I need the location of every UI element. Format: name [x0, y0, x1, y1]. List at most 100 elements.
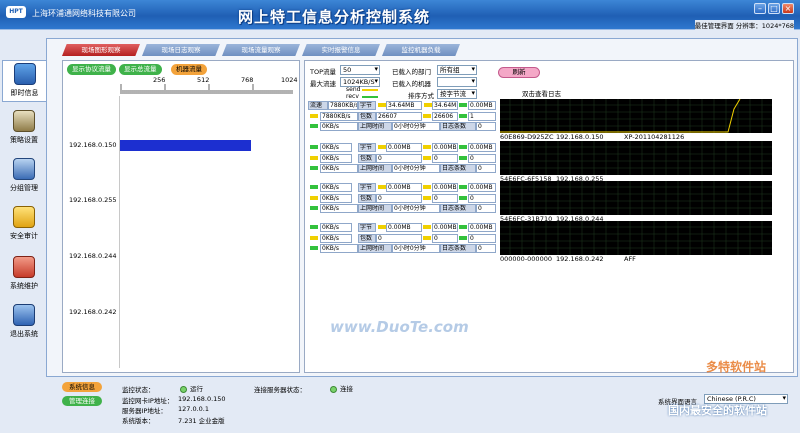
sidebar-item-policy[interactable]: 策略设置: [2, 108, 46, 150]
host-ip: 192.168.0.150: [556, 133, 604, 141]
sidebar-item-group[interactable]: 分组管理: [2, 156, 46, 198]
machine-traffic-button[interactable]: 机器流量: [171, 64, 207, 75]
top-traffic-select[interactable]: 50: [340, 65, 380, 75]
close-icon[interactable]: ×: [782, 3, 794, 14]
dblclick-hint: 双击查看日志: [522, 90, 561, 98]
host-traffic-graph[interactable]: [500, 221, 772, 255]
stat-value: 0KB/s: [320, 153, 352, 163]
stat-value: 0: [468, 193, 496, 203]
status-ok-icon: [330, 385, 337, 393]
host-stats-row: 0KB/s 上网时间 0小时0分钟 日志条数 0: [308, 204, 496, 213]
stat-label: 字节: [358, 223, 376, 232]
stat-value: 0: [376, 233, 422, 243]
stat-value: 0.00MB: [468, 223, 496, 232]
stat-value: 0KB/s: [320, 223, 352, 232]
stat-value: 0.00MB: [468, 143, 496, 152]
stat-label: 包数: [358, 193, 376, 203]
stat-value: 0小时0分钟: [392, 204, 440, 213]
tab-traffic-view[interactable]: 现场流量观察: [222, 44, 300, 56]
host-stats-block[interactable]: 0KB/s 字节 0.00MB 0.00MB 0.00MB 0KB/s 包数 0 0 0 0KB/s…: [308, 143, 496, 181]
stat-value: 7880KB/s: [320, 111, 358, 121]
refresh-button[interactable]: 刷新: [498, 67, 540, 78]
traffic-indicator-icon: [310, 246, 318, 250]
maintenance-icon: [13, 256, 35, 278]
tab-graph-view[interactable]: 现场图形观察: [62, 44, 140, 56]
traffic-indicator-icon: [459, 185, 467, 189]
exit-icon: [13, 304, 35, 326]
traffic-indicator-icon: [423, 113, 431, 118]
sidebar-item-maintenance[interactable]: 系统维护: [2, 254, 46, 296]
show-total-traffic-button[interactable]: 显示总流量: [119, 64, 162, 75]
app-window: HPT 上海环浦通网络科技有限公司 网上特工信息分析控制系统 – □ × 最佳管…: [0, 0, 800, 433]
ip-column: 192.168.0.150 192.168.0.255 192.168.0.24…: [63, 96, 119, 366]
stat-value: 0KB/s: [320, 233, 352, 243]
dept-select[interactable]: 所有组: [437, 65, 477, 75]
stat-value: 0小时0分钟: [392, 164, 440, 173]
host-stats-row: 0KB/s 上网时间 0小时0分钟 日志条数 0: [308, 164, 496, 173]
stat-label: 日志条数: [440, 164, 476, 173]
send-legend-line: [362, 89, 378, 91]
host-traffic-graph[interactable]: [500, 141, 772, 175]
tab-log-view[interactable]: 现场日志观察: [142, 44, 220, 56]
brand-watermark: 多特软件站: [706, 360, 767, 374]
stat-value: 0.00MB: [432, 143, 458, 152]
tab-machine-load[interactable]: 监控机器负载: [382, 44, 460, 56]
stat-value: 0小时0分钟: [392, 244, 440, 253]
top-traffic-label: TOP流量: [310, 68, 337, 76]
window-controls: – □ ×: [754, 3, 794, 14]
graph-grid: [500, 221, 772, 255]
traffic-indicator-icon: [378, 103, 386, 107]
stat-value: 0: [376, 153, 422, 163]
view-tabs: 现场图形观察 现场日志观察 现场流量观察 实时报警信息 监控机器负载: [62, 44, 462, 56]
resolution-info: 最佳管理界面 分辨率：1024*768: [694, 20, 794, 30]
traffic-bar[interactable]: [120, 140, 251, 151]
traffic-indicator-icon: [423, 155, 431, 160]
stat-value: 0.00MB: [386, 223, 422, 232]
host-traffic-graph[interactable]: [500, 181, 772, 215]
traffic-indicator-icon: [423, 225, 431, 229]
graph-grid: [500, 141, 772, 175]
stat-value: 0KB/s: [320, 193, 352, 203]
minimize-icon[interactable]: –: [754, 3, 766, 14]
host-stats-block[interactable]: 0KB/s 字节 0.00MB 0.00MB 0.00MB 0KB/s 包数 0 0 0 0KB/s…: [308, 183, 496, 221]
traffic-indicator-icon: [459, 113, 467, 118]
server-ip-label: 服务器IP地址：: [122, 407, 167, 415]
recv-legend-label: recv: [346, 93, 359, 100]
system-info-button[interactable]: 系统信息: [62, 382, 102, 392]
stat-value: 0: [476, 164, 496, 173]
stat-value: 0.00MB: [386, 183, 422, 192]
recv-legend-line: [362, 96, 378, 98]
show-protocol-traffic-button[interactable]: 显示协议流量: [67, 64, 116, 75]
machine-select[interactable]: [437, 77, 477, 87]
stat-value: 0.00MB: [468, 183, 496, 192]
host-name: XP-201104281126: [624, 133, 685, 141]
traffic-indicator-icon: [459, 235, 467, 240]
host-stats-block[interactable]: 流速 7880KB/s 字节 34.64MB 34.64MB 0.00MB 7880KB/s…: [308, 101, 496, 139]
host-stats-block[interactable]: 0KB/s 字节 0.00MB 0.00MB 0.00MB 0KB/s 包数 0 0 0 0KB/s…: [308, 223, 496, 261]
stat-value: 0: [468, 233, 496, 243]
sidebar-item-audit[interactable]: 安全审计: [2, 204, 46, 246]
sidebar-item-realtime[interactable]: 即时信息: [2, 60, 46, 102]
stat-value: 0KB/s: [320, 183, 352, 192]
maximize-icon[interactable]: □: [768, 3, 780, 14]
traffic-indicator-icon: [310, 185, 318, 189]
sort-select[interactable]: 按字节流: [437, 89, 477, 99]
tab-alarm[interactable]: 实时报警信息: [302, 44, 380, 56]
traffic-indicator-icon: [378, 185, 386, 189]
ruler-tick-label: 512: [197, 76, 210, 84]
connection-status-value: 连接: [340, 385, 353, 393]
nic-ip-value: 192.168.0.150: [178, 395, 226, 403]
title-bar[interactable]: HPT 上海环浦通网络科技有限公司 网上特工信息分析控制系统 – □ ×: [0, 0, 800, 30]
host-stats-row: 0KB/s 包数 0 0 0: [308, 153, 496, 163]
monitor-icon: [13, 63, 36, 85]
sidebar-item-exit[interactable]: 退出系统: [2, 302, 46, 344]
stat-value: 0: [468, 153, 496, 163]
host-traffic-graph[interactable]: [500, 98, 772, 133]
manage-connection-button[interactable]: 管理连接: [62, 396, 102, 406]
ip-label: 192.168.0.150: [69, 141, 117, 149]
traffic-indicator-icon: [310, 145, 318, 149]
traffic-indicator-icon: [310, 124, 318, 128]
traffic-indicator-icon: [423, 195, 431, 200]
traffic-indicator-icon: [459, 155, 467, 160]
ip-label: 192.168.0.255: [69, 196, 117, 204]
